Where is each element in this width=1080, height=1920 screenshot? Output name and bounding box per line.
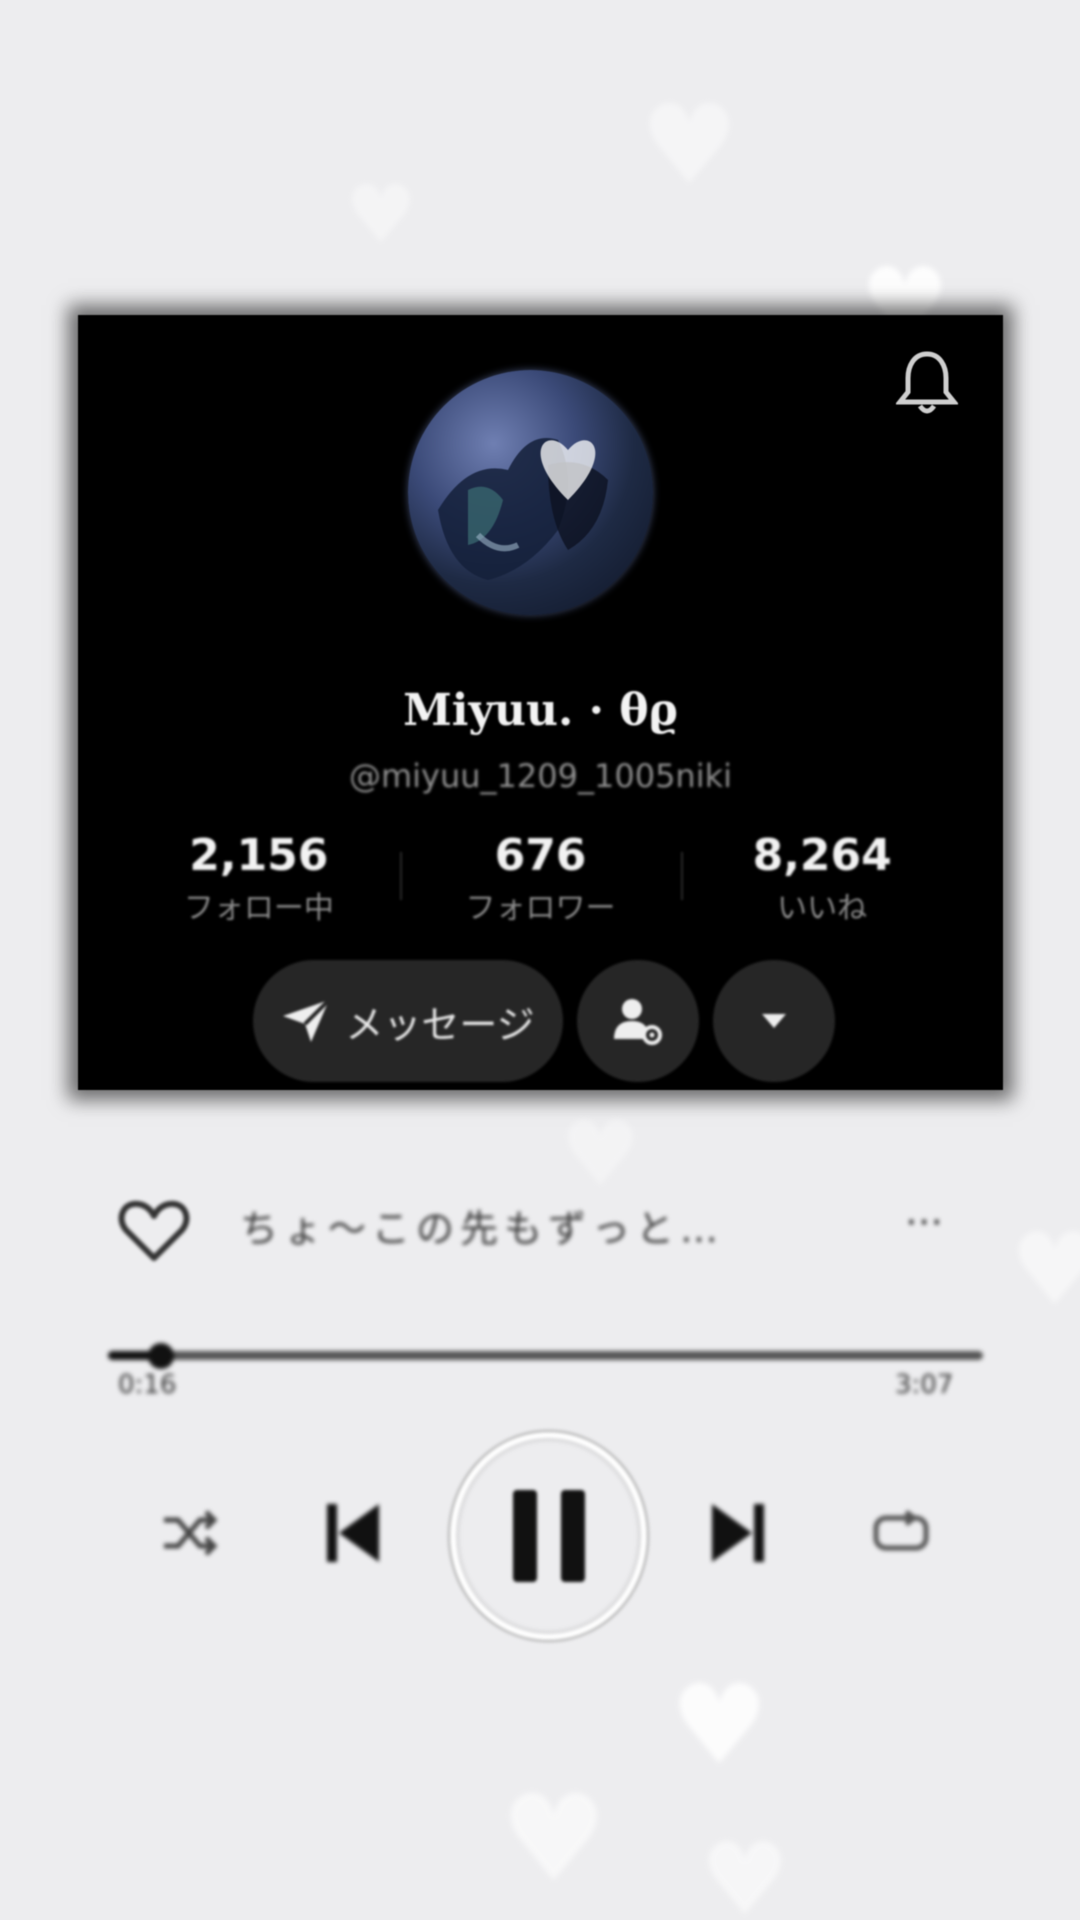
stat-value: 676 <box>494 830 587 881</box>
send-icon <box>283 998 331 1042</box>
display-name: Miyuu. · θϱ <box>403 685 678 736</box>
stat-value: 2,156 <box>189 830 329 881</box>
elapsed-time: 0:16 <box>118 1370 177 1400</box>
progress-track <box>108 1351 983 1360</box>
heart-outline-icon[interactable] <box>118 1198 190 1264</box>
skip-previous-icon[interactable] <box>325 1498 381 1568</box>
decorative-heart-icon: ♥ <box>700 1821 790 1920</box>
screen: ♥ ♥ ♥ ♥ ♥ ♥ ♥ ♥ Miyuu. · θϱ @miyuu_1209_… <box>0 0 1080 1920</box>
profile-card: Miyuu. · θϱ @miyuu_1209_1005niki 2,156 フ… <box>78 315 1003 1090</box>
decorative-heart-icon: ♥ <box>640 81 739 209</box>
stat-label: フォロワー <box>465 891 616 926</box>
pause-icon <box>560 1490 585 1582</box>
stat-following[interactable]: 2,156 フォロー中 <box>118 830 400 926</box>
progress-bar[interactable] <box>108 1343 983 1369</box>
pause-button[interactable] <box>450 1432 647 1640</box>
decorative-heart-icon: ♥ <box>1010 1211 1080 1328</box>
stat-followers[interactable]: 676 フォロワー <box>399 830 682 926</box>
caret-down-icon <box>762 1014 786 1028</box>
bell-icon[interactable] <box>896 348 958 418</box>
message-button[interactable]: メッセージ <box>253 960 563 1082</box>
duration-time: 3:07 <box>895 1370 954 1400</box>
more-options-button[interactable] <box>713 960 835 1082</box>
stat-value: 8,264 <box>752 830 892 881</box>
decorative-heart-icon: ♥ <box>500 1770 608 1909</box>
lyric-text: ちょ〜この先もずっと… <box>240 1207 725 1251</box>
pause-icon <box>512 1490 537 1582</box>
skip-next-icon[interactable] <box>710 1498 766 1568</box>
stat-likes: 8,264 いいね <box>681 830 963 926</box>
decorative-heart-icon: ♥ <box>670 1661 769 1789</box>
more-menu-button[interactable]: ··· <box>905 1200 943 1246</box>
decorative-heart-icon: ♥ <box>345 168 417 261</box>
repeat-icon[interactable] <box>870 1508 932 1558</box>
add-friend-button[interactable] <box>577 960 699 1082</box>
profile-actions: メッセージ <box>253 960 835 1082</box>
username: @miyuu_1209_1005niki <box>348 757 733 795</box>
avatar[interactable] <box>408 370 653 615</box>
message-button-label: メッセージ <box>345 1002 535 1047</box>
user-settings-icon <box>614 999 662 1045</box>
profile-stats: 2,156 フォロー中 676 フォロワー 8,264 いいね <box>118 830 963 926</box>
stat-label: いいね <box>777 891 868 926</box>
shuffle-icon[interactable] <box>160 1508 218 1558</box>
decorative-heart-icon: ♥ <box>560 1102 641 1207</box>
progress-knob[interactable] <box>147 1343 174 1369</box>
stat-label: フォロー中 <box>183 891 334 926</box>
